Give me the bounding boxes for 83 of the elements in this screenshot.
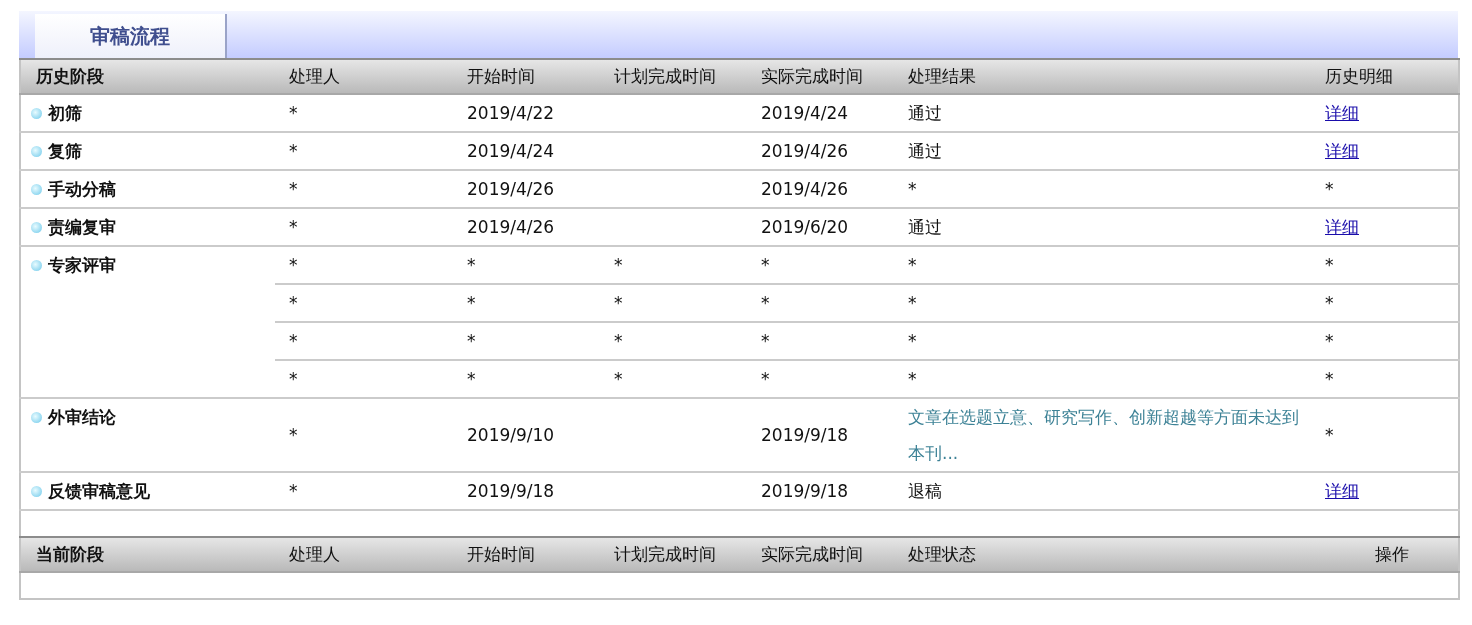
table-cell: * [289,425,298,445]
table-cell: * [761,369,770,389]
table-cell: * [614,293,623,313]
column-header: 处理结果 [894,59,1311,94]
stage-name: 外审结论 [48,406,116,429]
table-cell: * [908,369,917,389]
bullet-icon [31,221,42,233]
stage-name: 复筛 [48,140,82,163]
table-cell: 通过 [908,217,942,237]
column-header: 实际完成时间 [747,537,894,572]
table-cell: 2019/4/22 [467,103,555,123]
stage-name: 反馈审稿意见 [48,480,150,503]
table-cell: * [289,481,298,501]
detail-link[interactable]: 详细 [1325,217,1359,237]
table-cell: * [1325,425,1334,445]
column-header: 开始时间 [453,59,600,94]
bullet-icon [31,485,42,497]
table-cell: * [614,255,623,275]
bullet-icon [31,107,42,119]
table-cell: 2019/4/26 [467,179,555,199]
table-cell: * [289,369,298,389]
table-cell: 退稿 [908,481,942,501]
table-cell: * [467,255,476,275]
column-header: 处理状态 [894,537,1311,572]
table-cell: 通过 [908,141,942,161]
column-header: 实际完成时间 [747,59,894,94]
table-cell: * [908,293,917,313]
detail-link[interactable]: 详细 [1325,481,1359,501]
table-cell: 2019/6/20 [761,217,849,237]
table-cell: * [908,331,917,351]
table-cell: 2019/9/18 [761,425,849,445]
table-cell: * [614,331,623,351]
column-header: 历史明细 [1311,59,1459,94]
table-cell: * [467,369,476,389]
table-cell: * [908,179,917,199]
stage-name: 专家评审 [48,254,116,277]
column-header: 计划完成时间 [600,537,747,572]
column-header: 计划完成时间 [600,59,747,94]
table-cell: * [908,255,917,275]
detail-link[interactable]: 详细 [1325,141,1359,161]
tab[interactable]: 审稿流程 [35,14,227,58]
table-cell: 2019/4/24 [467,141,555,161]
column-header: 处理人 [275,59,453,94]
table-cell: 2019/9/10 [467,425,555,445]
table-cell: * [761,331,770,351]
table-cell: 通过 [908,103,942,123]
table-cell: * [761,293,770,313]
table-cell: * [614,369,623,389]
column-header: 处理人 [275,537,453,572]
bullet-icon [31,145,42,157]
table-cell: * [289,217,298,237]
table-cell: * [761,255,770,275]
bullet-icon [31,411,42,423]
detail-link[interactable]: 详细 [1325,103,1359,123]
table-cell: * [1325,255,1334,275]
table-cell: * [289,103,298,123]
table-cell: * [467,331,476,351]
table-cell: * [1325,293,1334,313]
column-header: 当前阶段 [20,537,275,572]
table-cell: * [289,179,298,199]
table-cell: * [289,293,298,313]
table-cell: 2019/9/18 [761,481,849,501]
table-cell: * [289,141,298,161]
table-cell: 2019/9/18 [467,481,555,501]
column-header: 开始时间 [453,537,600,572]
column-header: 历史阶段 [20,59,275,94]
table-cell: * [1325,331,1334,351]
table-cell: 2019/4/26 [467,217,555,237]
result-summary: 文章在选题立意、研究写作、创新超越等方面未达到本刊... [908,406,1300,465]
stage-name: 责编复审 [48,216,116,239]
table-cell: * [1325,179,1334,199]
table-cell: 2019/4/24 [761,103,849,123]
table-cell: * [289,331,298,351]
stage-name: 初筛 [48,102,82,125]
table-cell: 2019/4/26 [761,141,849,161]
bullet-icon [31,183,42,195]
table-cell: * [1325,369,1334,389]
column-header: 操作 [1311,537,1459,572]
table-cell: * [467,293,476,313]
table-cell: 2019/4/26 [761,179,849,199]
bullet-icon [31,259,42,271]
table-cell: * [289,255,298,275]
stage-name: 手动分稿 [48,178,116,201]
